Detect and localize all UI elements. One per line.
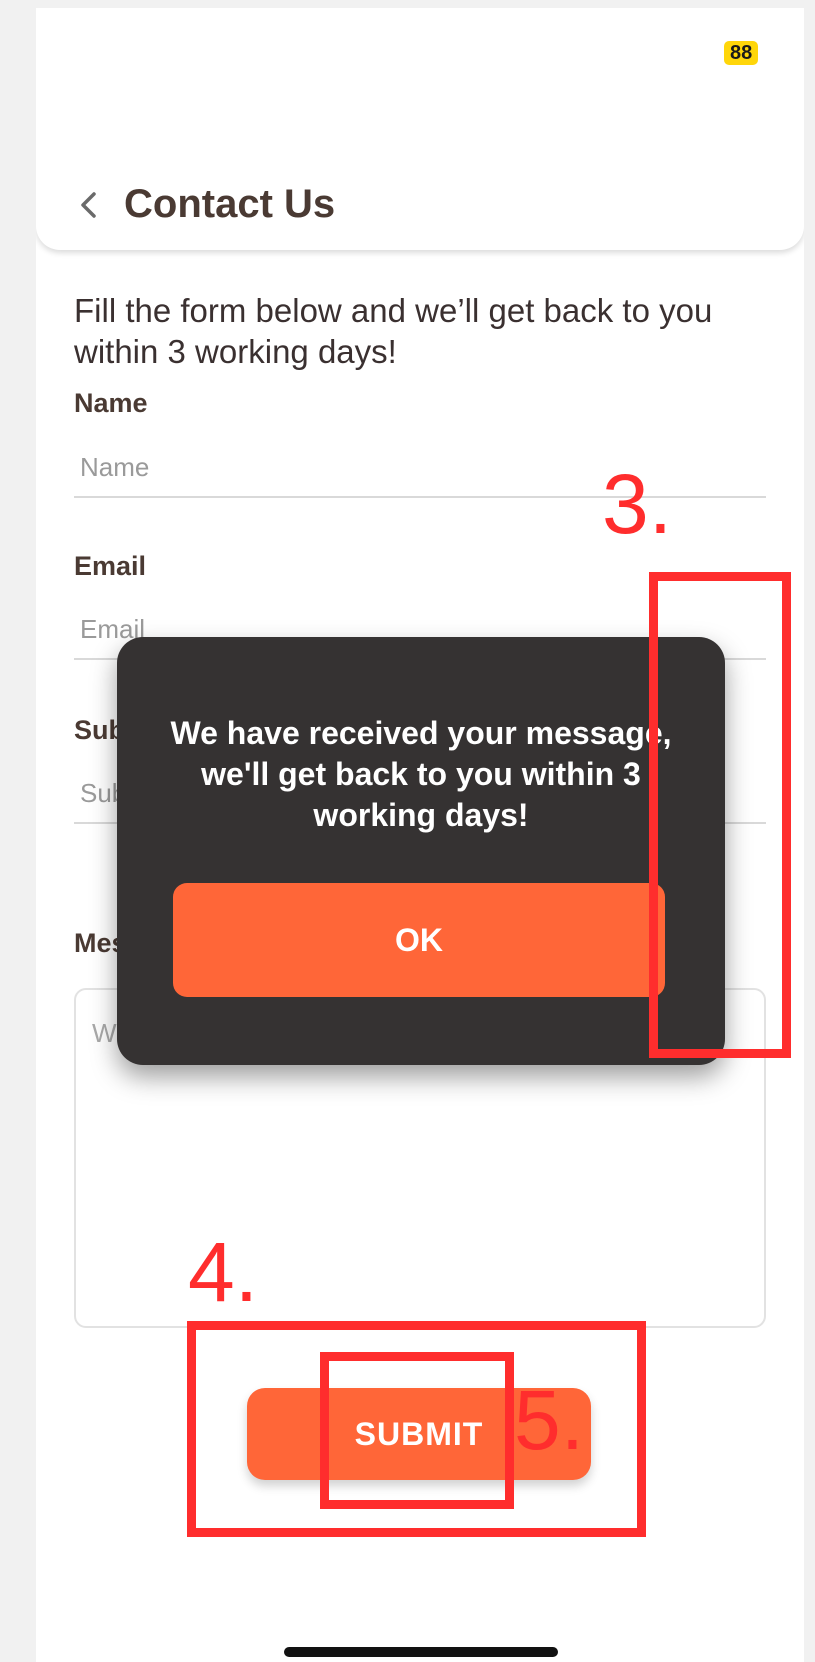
email-label: Email <box>74 551 147 581</box>
annotation-box-3 <box>649 572 791 1058</box>
annotation-box-5 <box>320 1352 514 1509</box>
home-indicator <box>284 1647 558 1657</box>
annotation-number-3: 3. <box>602 457 673 551</box>
dialog-message: We have received your message, we'll get… <box>170 715 672 833</box>
battery-indicator: 88 <box>724 41 759 65</box>
app-header: 88 Contact Us <box>36 8 804 250</box>
intro-text: Fill the form below and we’ll get back t… <box>74 292 713 370</box>
annotation-number-4: 4. <box>188 1225 259 1319</box>
confirmation-dialog: We have received your message, we'll get… <box>117 637 725 1065</box>
annotation-number-5: 5. <box>514 1373 585 1467</box>
ok-button[interactable]: OK <box>173 883 665 997</box>
name-label: Name <box>74 388 148 418</box>
back-chevron-icon[interactable] <box>76 188 102 222</box>
page-title: Contact Us <box>124 182 336 226</box>
